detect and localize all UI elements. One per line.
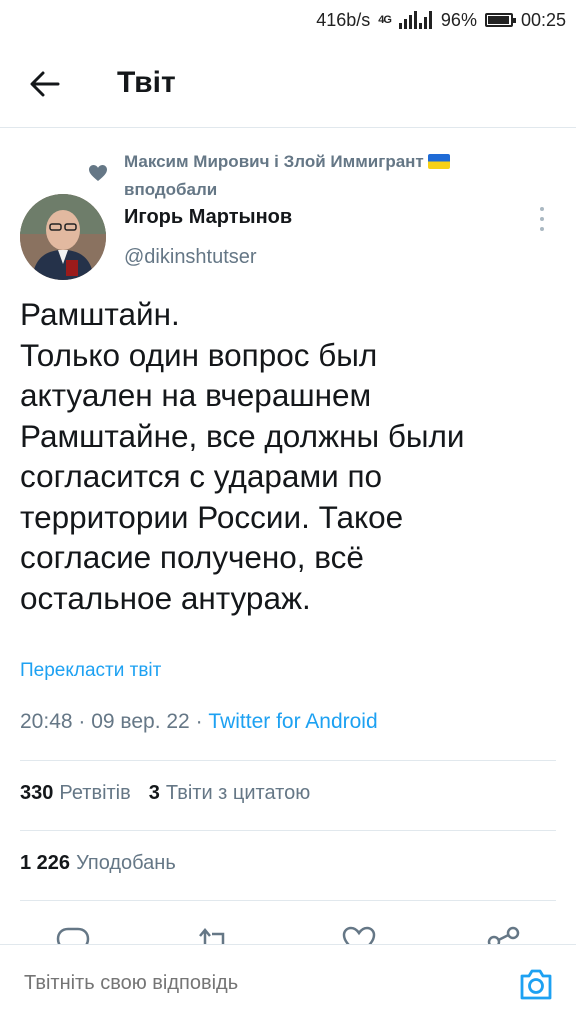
back-button[interactable] — [22, 64, 68, 104]
tweet-line: актуален на вчерашнем — [20, 377, 372, 413]
retweets-count: 330 — [20, 782, 54, 804]
ukraine-flag-icon — [427, 154, 450, 169]
tweet-date: 09 вер. 22 — [91, 710, 190, 733]
social-context[interactable]: Максим Мирович і Злой Иммигрант вподобал… — [124, 148, 544, 204]
reply-bar — [0, 944, 576, 1024]
signal-icon — [398, 11, 432, 29]
divider — [20, 830, 556, 831]
avatar[interactable] — [20, 194, 106, 280]
divider — [20, 900, 556, 901]
status-bar: 416b/s 4G 96% 00:25 — [0, 0, 576, 40]
tweet-line: остальное антураж. — [20, 579, 311, 616]
tweet-source[interactable]: Twitter for Android — [208, 710, 377, 733]
author-name[interactable]: Игорь Мартынов — [124, 206, 292, 229]
retweets-stat[interactable]: 330 Ретвітів — [20, 782, 131, 805]
reply-input[interactable] — [22, 971, 486, 996]
liked-label: вподобали — [124, 180, 218, 199]
tweet-meta: 20:48 · 09 вер. 22 · Twitter for Android — [20, 710, 378, 733]
tweet-actions — [0, 926, 576, 944]
more-options-button[interactable] — [532, 204, 552, 234]
tweet-text: Рамштайн. Только один вопрос был актуале… — [20, 294, 560, 618]
dot-icon — [540, 217, 544, 221]
divider — [20, 760, 556, 761]
tweet-line: Рамштайн. — [20, 296, 180, 332]
quotes-count: 3 — [148, 782, 160, 804]
heart-icon — [89, 165, 107, 181]
likes-label: Уподобань — [76, 852, 176, 874]
network-type: 4G — [378, 14, 392, 26]
retweet-icon[interactable] — [196, 926, 232, 944]
reply-icon[interactable] — [56, 926, 90, 944]
avatar-image — [20, 194, 106, 280]
quotes-label: Твіти з цитатою — [165, 782, 311, 804]
translate-tweet-link[interactable]: Перекласти твіт — [20, 660, 161, 682]
retweets-label: Ретвітів — [59, 782, 131, 804]
tweet-time: 20:48 — [20, 710, 73, 733]
net-speed: 416b/s — [316, 9, 371, 30]
clock: 00:25 — [520, 9, 566, 30]
app-bar: Твіт — [0, 40, 576, 128]
arrow-left-icon — [30, 71, 60, 97]
battery-percent: 96% — [440, 9, 477, 30]
tweet-line: Только один вопрос был — [20, 336, 378, 373]
tweet-line: согласится с ударами по — [20, 458, 383, 494]
dot-icon — [540, 207, 544, 211]
camera-icon[interactable] — [518, 967, 554, 1001]
liked-by-names: Максим Мирович і Злой Иммигрант — [124, 152, 424, 171]
like-icon[interactable] — [342, 926, 376, 944]
tweet-line: Рамштайне, все должны были — [20, 417, 465, 454]
dot-icon — [540, 227, 544, 231]
likes-stat[interactable]: 1 226 Уподобань — [20, 852, 176, 875]
page-title: Твіт — [117, 66, 176, 99]
battery-icon — [484, 13, 516, 27]
quotes-stat[interactable]: 3 Твіти з цитатою — [149, 782, 310, 805]
share-icon[interactable] — [486, 926, 520, 944]
likes-count: 1 226 — [20, 852, 71, 874]
tweet-line: согласие получено, всё — [20, 539, 364, 575]
retweet-stats: 330 Ретвітів 3 Твіти з цитатою — [20, 782, 310, 805]
tweet-line: территории России. Такое — [20, 498, 404, 535]
author-handle[interactable]: @dikinshtutser — [124, 246, 257, 269]
